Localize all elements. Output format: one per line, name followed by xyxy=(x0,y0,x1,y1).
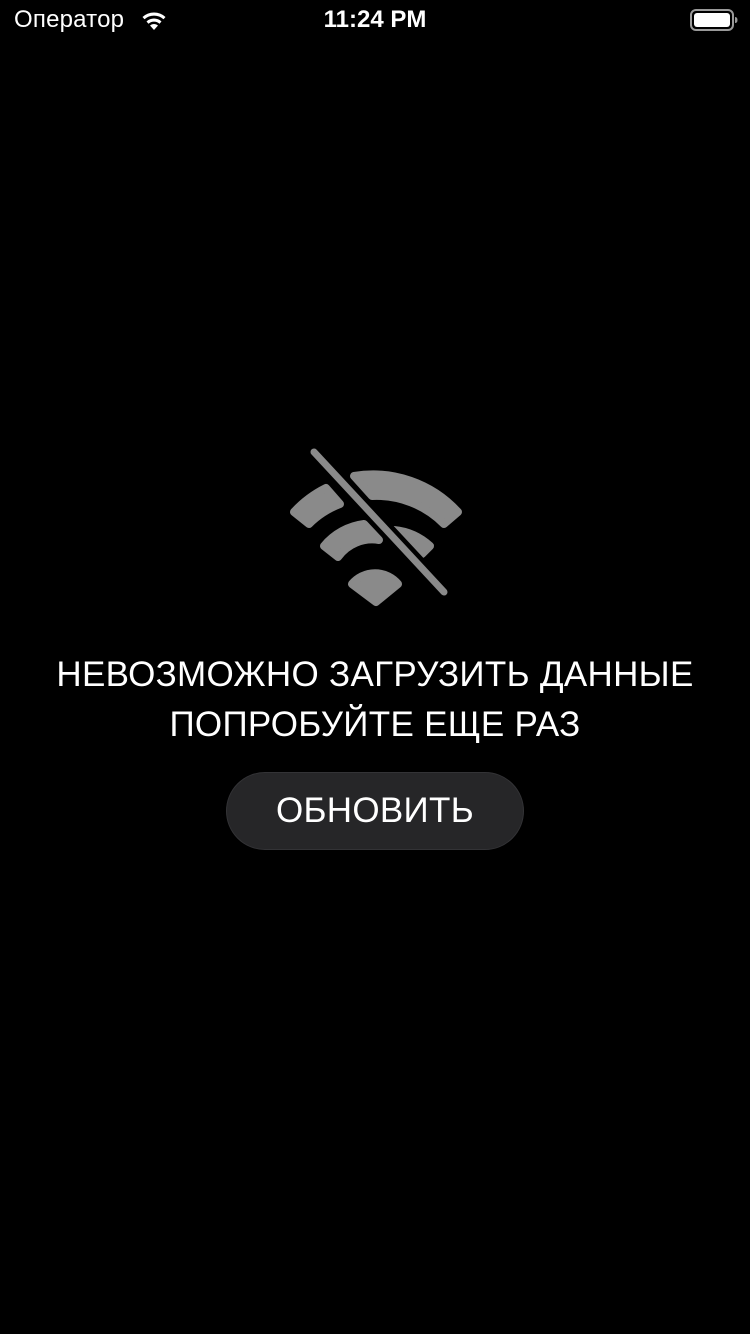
error-title: НЕВОЗМОЖНО ЗАГРУЗИТЬ ДАННЫЕ xyxy=(56,655,694,694)
clock: 11:24 PM xyxy=(323,6,427,33)
refresh-button[interactable]: ОБНОВИТЬ xyxy=(226,772,524,850)
error-message: НЕВОЗМОЖНО ЗАГРУЗИТЬ ДАННЫЕ ПОПРОБУЙТЕ Е… xyxy=(0,650,750,750)
status-bar: Оператор 11:24 PM xyxy=(0,0,750,40)
wifi-slash-icon xyxy=(290,444,462,606)
error-subtitle: ПОПРОБУЙТЕ ЕЩЕ РАЗ xyxy=(169,705,581,744)
screen: Оператор 11:24 PM НЕВОЗМОЖНО ЗАГРУЗИТЬ Д… xyxy=(0,0,750,1334)
battery-full-icon xyxy=(690,9,738,31)
